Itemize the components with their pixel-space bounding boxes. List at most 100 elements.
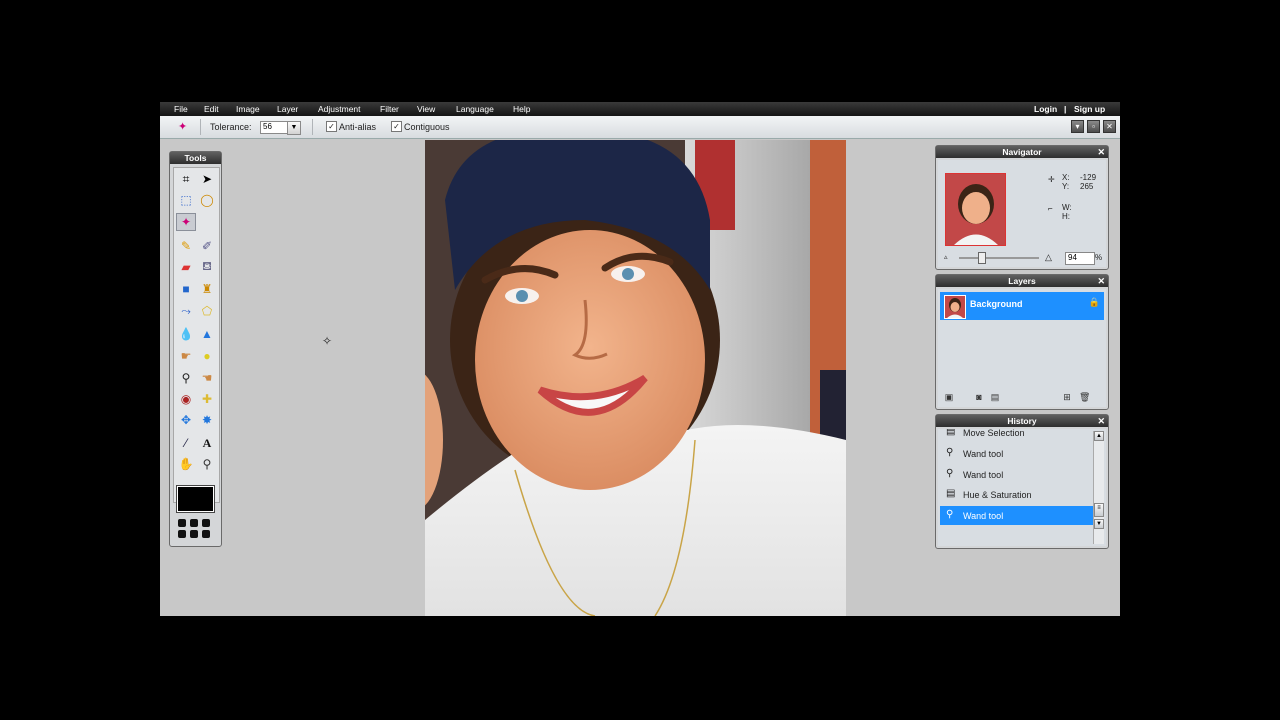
- adjustment-icon: ▤: [946, 488, 956, 499]
- menu-view[interactable]: View: [417, 104, 435, 114]
- layer-thumbnail-image: [945, 296, 965, 318]
- magic-wand-icon[interactable]: ✦: [176, 213, 196, 231]
- paint-bucket-icon[interactable]: ⛾: [197, 258, 217, 276]
- lock-icon: 🔒: [1088, 297, 1100, 307]
- signup-link[interactable]: Sign up: [1074, 104, 1105, 114]
- magic-wand-cursor-icon: ✧: [322, 334, 333, 348]
- antialias-checkbox[interactable]: ✓: [326, 121, 337, 132]
- contiguous-checkbox[interactable]: ✓: [391, 121, 402, 132]
- navigator-title: Navigator: [1002, 147, 1042, 157]
- palette-dot[interactable]: [178, 530, 186, 538]
- zoom-slider-track[interactable]: [959, 257, 1039, 259]
- navigator-panel: Navigator ✕ ✛ X: -129 Y: 265 ⌐ W: H: ▵ △…: [935, 145, 1109, 270]
- menu-edit[interactable]: Edit: [204, 104, 219, 114]
- y-coord-label: Y:: [1062, 182, 1070, 191]
- colour-replace-icon[interactable]: ⤳: [176, 302, 196, 320]
- navigator-body: ✛ X: -129 Y: 265 ⌐ W: H: ▵ △ 94 %: [938, 160, 1106, 267]
- layer-row-background[interactable]: Background 🔒: [940, 292, 1104, 320]
- spot-heal-icon[interactable]: ✚: [197, 390, 217, 408]
- bloat-tool-icon[interactable]: ✥: [176, 411, 196, 429]
- trash-icon[interactable]: 🗑: [1079, 392, 1090, 402]
- marquee-tool-icon[interactable]: ⬚: [176, 191, 196, 209]
- zoom-tool-icon[interactable]: ⚲: [197, 455, 217, 473]
- menu-bar: File Edit Image Layer Adjustment Filter …: [160, 102, 1120, 116]
- blur-tool-icon[interactable]: 💧: [176, 325, 196, 343]
- maximize-button[interactable]: ▫: [1087, 120, 1100, 133]
- palette-dot[interactable]: [178, 519, 186, 527]
- color-picker-icon[interactable]: ⁄: [176, 434, 196, 452]
- history-item-selected[interactable]: ⚲ Wand tool: [940, 506, 1096, 525]
- layer-settings-icon[interactable]: ▤: [990, 392, 1000, 402]
- menu-filter[interactable]: Filter: [380, 104, 399, 114]
- magic-wand-icon: ⚲: [946, 509, 954, 520]
- history-scrollbar[interactable]: ▲ ≡ ▼: [1093, 431, 1104, 544]
- palette-grid[interactable]: [176, 517, 216, 541]
- magic-wand-icon: ⚲: [946, 468, 954, 479]
- zoom-in-icon[interactable]: △: [1045, 252, 1052, 263]
- history-item-label: Wand tool: [963, 511, 1004, 521]
- thumbnail-image: [946, 174, 1005, 245]
- layer-name[interactable]: Background: [970, 299, 1023, 309]
- tolerance-dropdown-button[interactable]: ▼: [287, 121, 301, 135]
- navigator-thumbnail[interactable]: [945, 173, 1006, 246]
- y-coord-value: 265: [1080, 182, 1094, 191]
- palette-dot[interactable]: [190, 530, 198, 538]
- options-separator: [200, 119, 201, 135]
- menu-image[interactable]: Image: [236, 104, 260, 114]
- close-icon[interactable]: ✕: [1097, 146, 1105, 158]
- menu-language[interactable]: Language: [456, 104, 494, 114]
- scroll-up-icon[interactable]: ▲: [1094, 431, 1104, 441]
- close-icon[interactable]: ✕: [1097, 275, 1105, 287]
- eraser-tool-icon[interactable]: ▰: [176, 258, 196, 276]
- image-canvas[interactable]: [425, 140, 846, 616]
- burn-tool-icon[interactable]: ☚: [197, 369, 217, 387]
- sharpen-tool-icon[interactable]: ▲: [197, 325, 217, 343]
- close-button[interactable]: ✕: [1103, 120, 1116, 133]
- red-eye-tool-icon[interactable]: ◉: [176, 390, 196, 408]
- palette-dot[interactable]: [202, 519, 210, 527]
- history-panel-title: History ✕: [936, 415, 1108, 427]
- clone-stamp-icon[interactable]: ♜: [197, 280, 217, 298]
- height-label: H:: [1062, 212, 1070, 221]
- scroll-down-icon[interactable]: ▼: [1094, 519, 1104, 529]
- scrollbar-thumb[interactable]: ≡: [1094, 503, 1104, 517]
- maximize-icon: ▫: [1092, 122, 1095, 131]
- editor-window: File Edit Image Layer Adjustment Filter …: [160, 102, 1120, 616]
- menu-file[interactable]: File: [174, 104, 188, 114]
- new-layer-icon[interactable]: ⊞: [1062, 392, 1072, 402]
- history-item[interactable]: ⚲ Wand tool: [940, 444, 1096, 463]
- pencil-tool-icon[interactable]: ✎: [176, 237, 196, 255]
- layer-styles-icon[interactable]: ▣: [944, 392, 954, 402]
- brush-tool-icon[interactable]: ✐: [197, 237, 217, 255]
- zoom-input[interactable]: 94: [1065, 252, 1095, 265]
- tolerance-input[interactable]: 56: [260, 121, 288, 134]
- foreground-color-swatch[interactable]: [176, 485, 215, 513]
- login-link[interactable]: Login: [1034, 104, 1057, 114]
- palette-dot[interactable]: [202, 530, 210, 538]
- pinch-tool-icon[interactable]: ✸: [197, 411, 217, 429]
- palette-dot[interactable]: [190, 519, 198, 527]
- lasso-tool-icon[interactable]: ◯: [197, 191, 217, 209]
- smudge-tool-icon[interactable]: ☛: [176, 347, 196, 365]
- antialias-label: Anti-alias: [339, 122, 377, 132]
- hand-tool-icon[interactable]: ✋: [176, 455, 196, 473]
- dodge-tool-icon[interactable]: ⚲: [176, 369, 196, 387]
- type-tool-icon[interactable]: A: [197, 434, 217, 452]
- close-icon[interactable]: ✕: [1097, 415, 1105, 427]
- minimize-button[interactable]: ▾: [1071, 120, 1084, 133]
- zoom-out-icon[interactable]: ▵: [944, 253, 948, 261]
- history-item[interactable]: ▤ Move Selection: [940, 429, 1096, 442]
- width-label: W:: [1062, 203, 1072, 212]
- crop-tool-icon[interactable]: ⌗: [176, 170, 196, 188]
- sponge-tool-icon[interactable]: ●: [197, 347, 217, 365]
- menu-adjustment[interactable]: Adjustment: [318, 104, 361, 114]
- layer-mask-icon[interactable]: ◙: [974, 392, 984, 402]
- history-item[interactable]: ▤ Hue & Saturation: [940, 485, 1096, 504]
- drawing-tool-icon[interactable]: ⬠: [197, 302, 217, 320]
- zoom-slider-handle[interactable]: [978, 252, 986, 264]
- gradient-tool-icon[interactable]: ■: [176, 280, 196, 298]
- menu-help[interactable]: Help: [513, 104, 530, 114]
- menu-layer[interactable]: Layer: [277, 104, 298, 114]
- history-item[interactable]: ⚲ Wand tool: [940, 465, 1096, 484]
- move-tool-icon[interactable]: ➤: [197, 170, 217, 188]
